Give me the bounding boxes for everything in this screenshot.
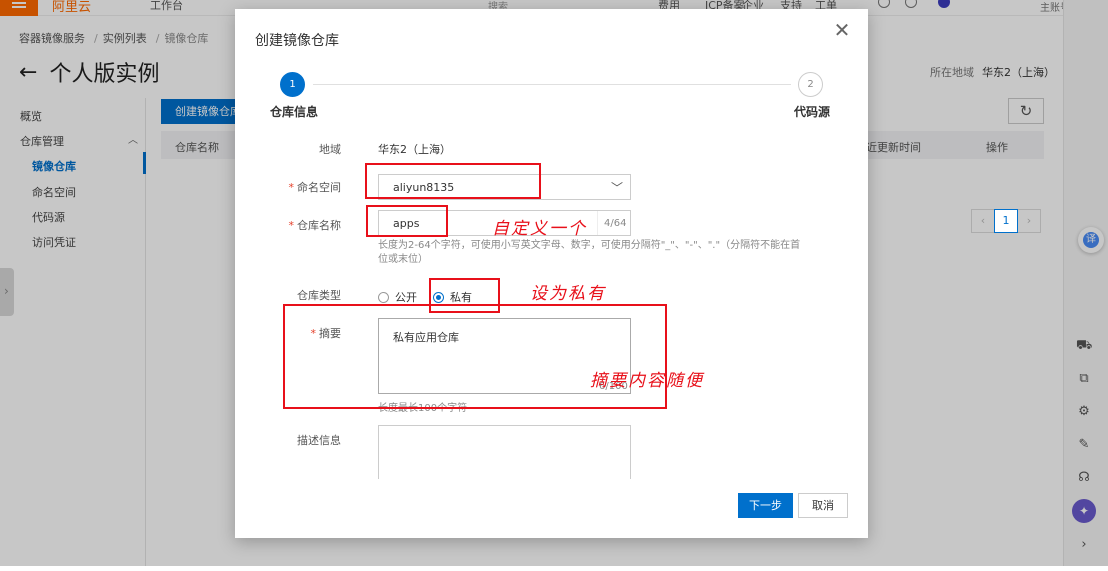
step-2-label: 代码源 xyxy=(794,105,831,119)
close-icon[interactable]: ✕ xyxy=(833,20,851,40)
next-step-button[interactable]: 下一步 xyxy=(738,493,793,518)
step-1-label: 仓库信息 xyxy=(270,105,319,119)
page-number[interactable]: 1 xyxy=(994,209,1018,233)
radio-label: 公开 xyxy=(395,291,417,304)
repo-type-field-label: 仓库类型 xyxy=(297,289,341,302)
annotation-box-namespace xyxy=(365,163,541,199)
bottom-strip xyxy=(0,566,1108,571)
region-field-value: 华东2（上海） xyxy=(378,143,451,156)
input-divider xyxy=(597,211,598,235)
annotation-box-repo-name xyxy=(366,205,448,237)
annotation-note-summary: 摘要内容随便 xyxy=(590,371,704,391)
annotation-note-private: 设为私有 xyxy=(530,284,606,304)
repo-type-public-radio[interactable]: 公开 xyxy=(378,289,417,305)
annotation-note-custom: 自定义一个 xyxy=(492,219,587,239)
annotation-box-summary xyxy=(283,304,667,409)
region-field-label: 地域 xyxy=(319,143,341,156)
step-1-indicator: 1 xyxy=(280,72,305,97)
repo-name-char-count: 4/64 xyxy=(604,218,627,229)
repo-name-help-text: 长度为2-64个字符，可使用小写英文字母、数字，可使用分隔符"_"、"-"、".… xyxy=(378,240,801,265)
create-repo-dialog: 创建镜像仓库 ✕ 1 2 仓库信息 代码源 地域 华东2（上海） * 命名空间 a… xyxy=(235,9,868,538)
cancel-button[interactable]: 取消 xyxy=(798,493,848,518)
description-field-label: 描述信息 xyxy=(297,434,341,447)
step-2-indicator: 2 xyxy=(798,72,823,97)
step-connector xyxy=(313,84,791,85)
repo-name-field-label: * 仓库名称 xyxy=(288,219,342,232)
namespace-field-label: * 命名空间 xyxy=(288,181,342,194)
dialog-footer: 下一步 取消 xyxy=(235,479,868,538)
dialog-title: 创建镜像仓库 xyxy=(255,33,339,49)
radio-icon xyxy=(378,291,389,303)
chevron-down-icon: ﹀ xyxy=(611,181,624,195)
